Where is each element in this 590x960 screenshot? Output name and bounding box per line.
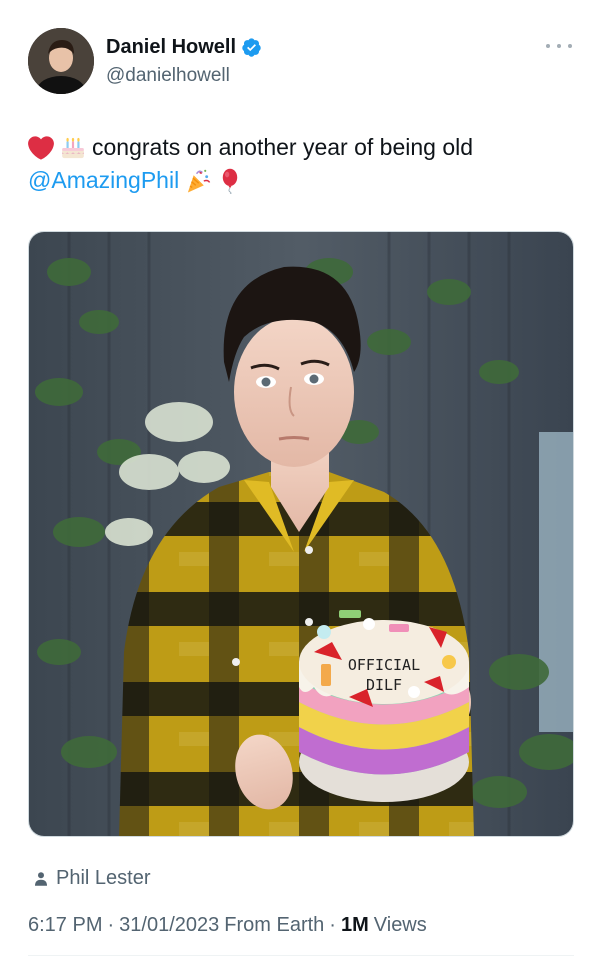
- cake-text-line-2: DILF: [366, 676, 402, 694]
- mention-link[interactable]: @AmazingPhil: [28, 164, 179, 197]
- tweet-line-2: @AmazingPhil: [28, 164, 574, 197]
- birthday-cake-emoji-icon: [62, 137, 84, 158]
- tweet-time[interactable]: 6:17 PM: [28, 914, 102, 937]
- tweet-text: congrats on another year of being old @A…: [28, 131, 574, 197]
- tagged-people[interactable]: Phil Lester: [32, 867, 151, 890]
- name-row: Daniel Howell: [106, 36, 262, 59]
- tweet-source: From Earth: [224, 914, 325, 936]
- divider: [28, 955, 574, 956]
- tweet-photo[interactable]: OFFICIAL DILF: [28, 231, 574, 837]
- party-popper-emoji-icon: [188, 169, 211, 193]
- heart-emoji-icon: [28, 135, 54, 160]
- cake-text-line-1: OFFICIAL: [348, 656, 420, 674]
- separator: ·: [329, 914, 336, 936]
- balloon-emoji-icon: [222, 168, 238, 194]
- tagged-person-name[interactable]: Phil Lester: [56, 867, 151, 890]
- tweet-line-1: congrats on another year of being old: [28, 131, 574, 164]
- views-count[interactable]: 1M: [341, 914, 369, 937]
- dot: [546, 44, 550, 48]
- tweet-header: Daniel Howell @danielhowell: [28, 28, 574, 96]
- dot: [568, 44, 572, 48]
- verified-badge-icon: [242, 38, 261, 57]
- separator: ·: [107, 914, 115, 936]
- tweet-date[interactable]: 31/01/2023: [119, 914, 219, 937]
- display-name[interactable]: Daniel Howell: [106, 36, 236, 59]
- more-options-icon[interactable]: [546, 38, 572, 54]
- dot: [557, 44, 561, 48]
- handle[interactable]: @danielhowell: [106, 65, 230, 87]
- avatar[interactable]: [28, 28, 94, 94]
- views-label: Views: [373, 914, 427, 936]
- tweet-text-line: congrats on another year of being old: [92, 134, 474, 160]
- tweet-meta: 6:17 PM · 31/01/2023 From Earth · 1M Vie…: [28, 914, 427, 937]
- person-icon: [35, 871, 47, 886]
